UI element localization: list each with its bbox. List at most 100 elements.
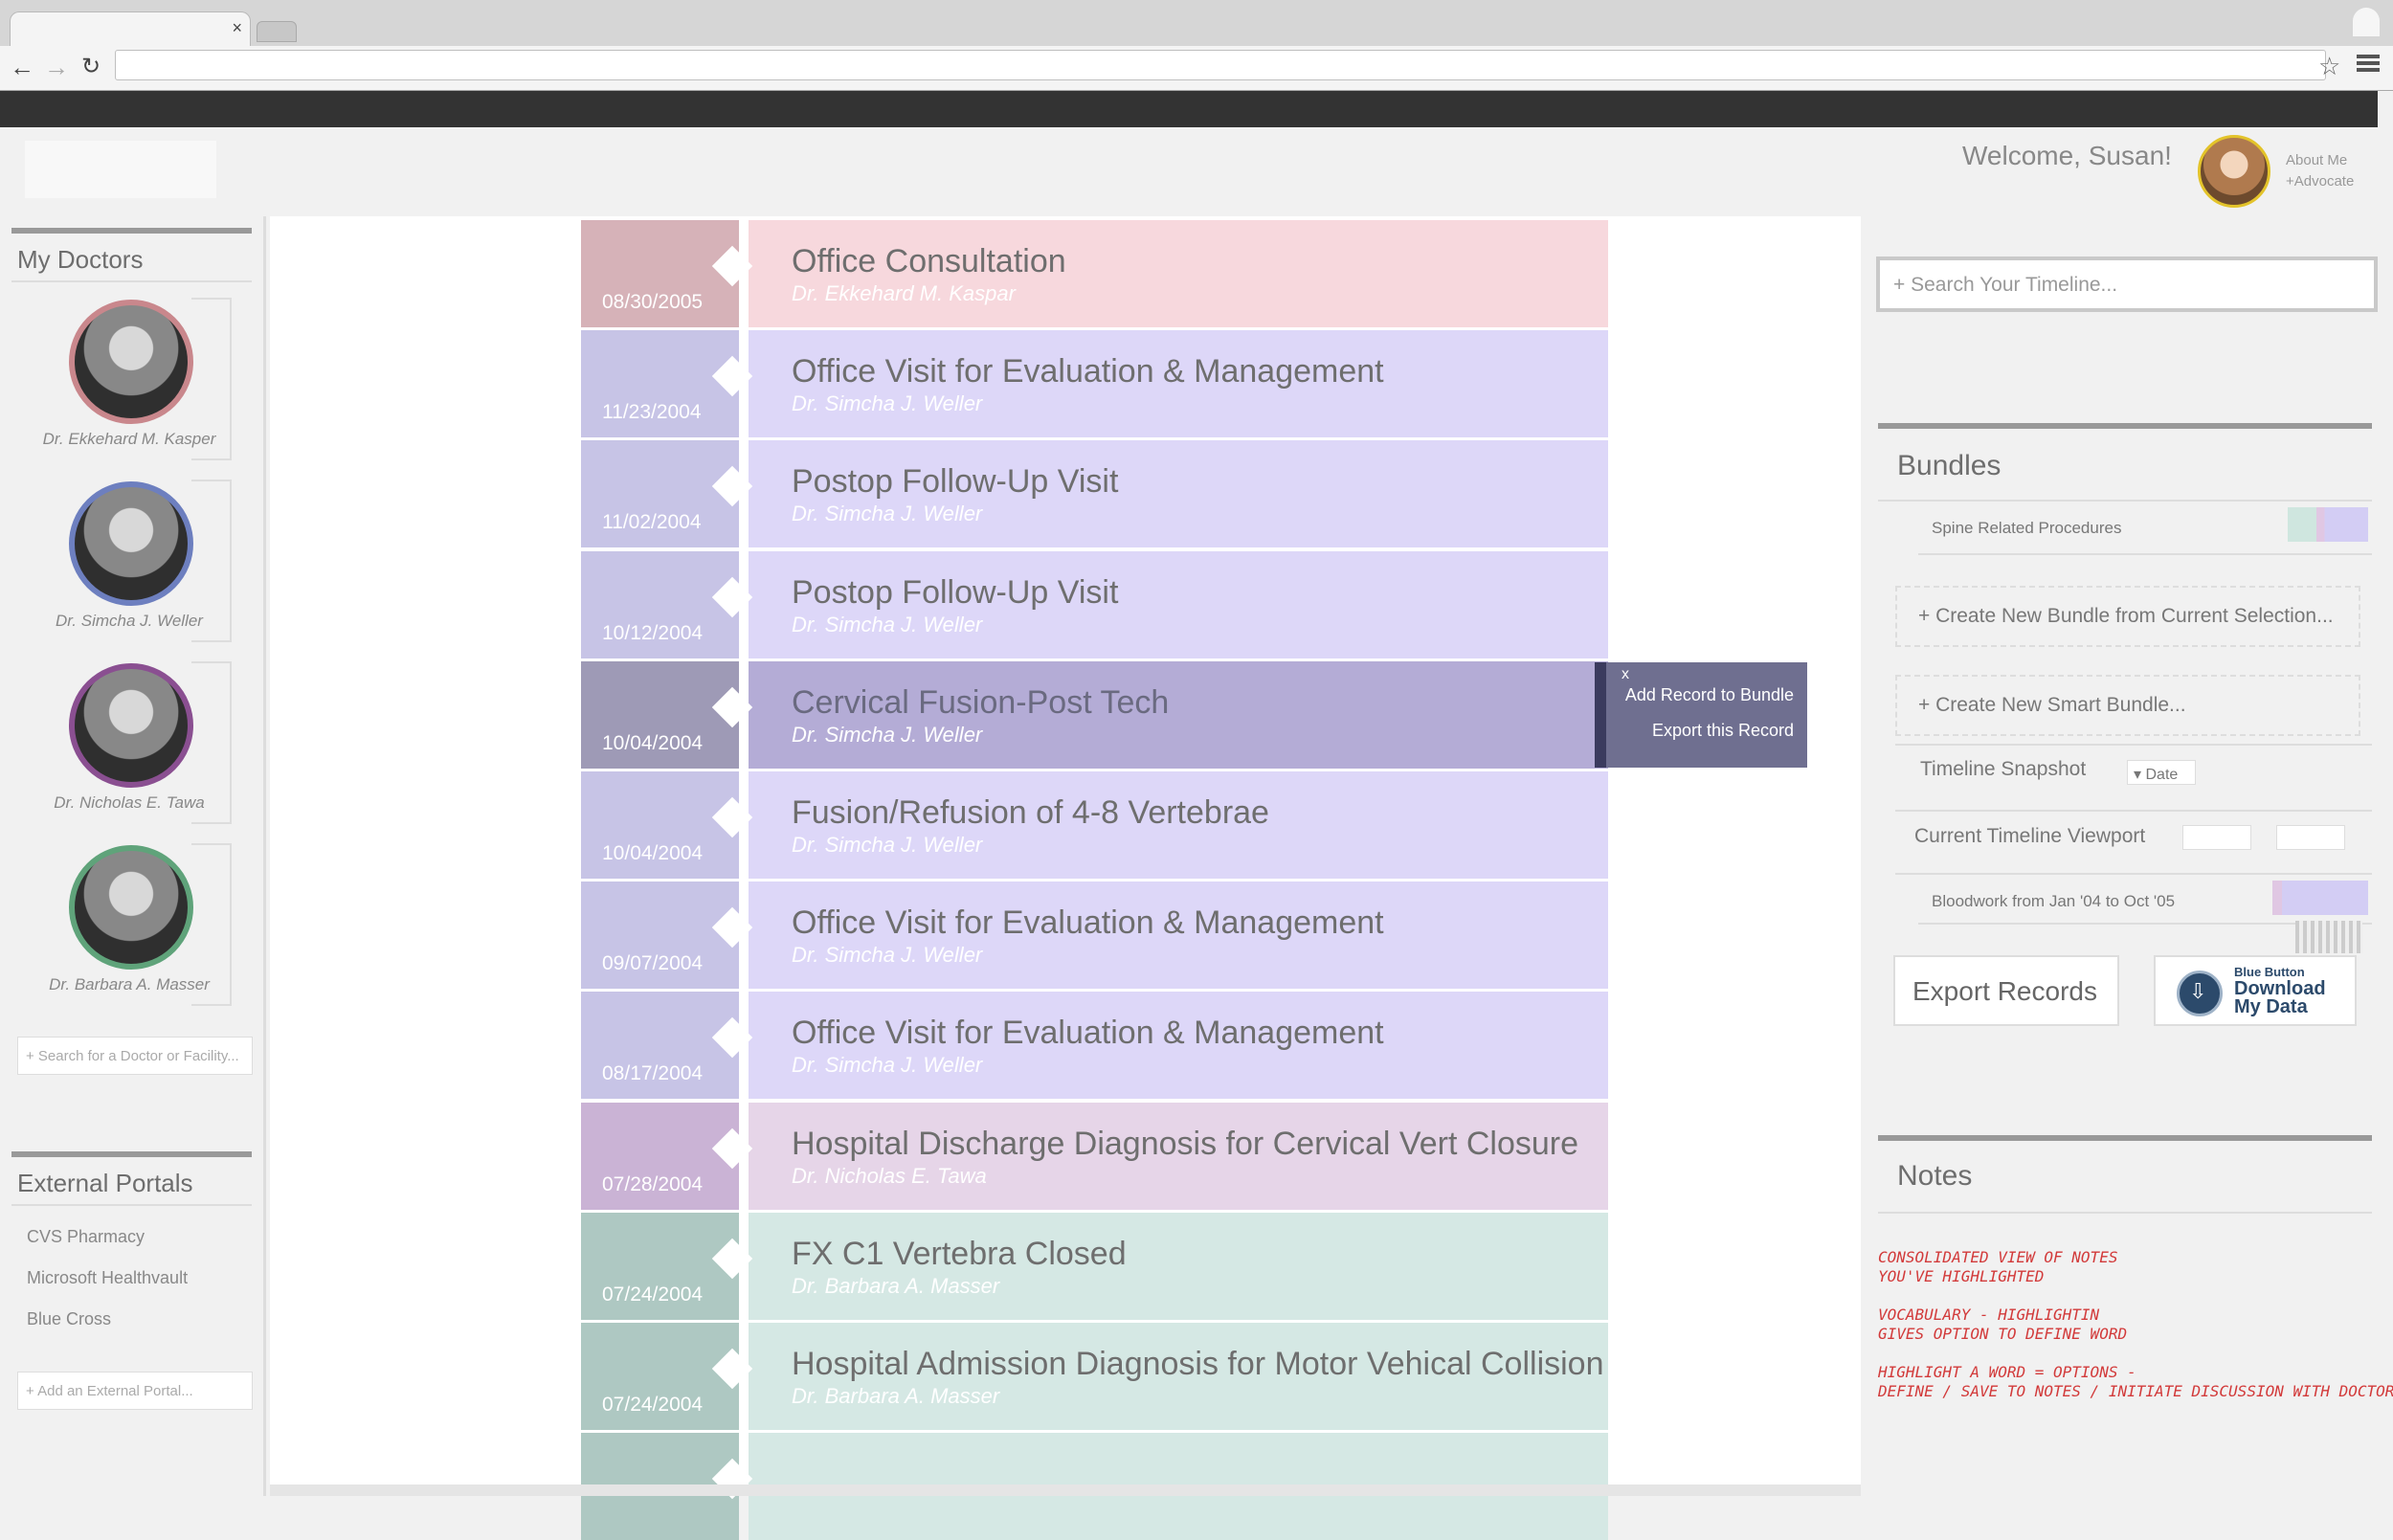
browser-chrome: × ← → ↻ ☆ — [0, 0, 2393, 91]
record-date: 07/28/2004 — [602, 1173, 704, 1195]
doctor-avatar[interactable] — [69, 300, 193, 424]
close-popup-icon[interactable]: x — [1621, 666, 1629, 683]
viewport-start-input[interactable] — [2182, 825, 2251, 850]
doctor-name: Dr. Ekkehard M. Kasper — [42, 430, 216, 448]
record-title: Fusion/Refusion of 4-8 Vertebrae — [792, 794, 1269, 831]
record-title: Postop Follow-Up Visit — [792, 574, 1119, 611]
new-tab-button[interactable] — [257, 21, 297, 42]
record-doctor: Dr. Simcha J. Weller — [792, 833, 983, 857]
notes-line: DEFINE / SAVE TO NOTES / INITIATE DISCUS… — [1878, 1382, 2393, 1400]
hamburger-menu-icon[interactable] — [2357, 52, 2380, 77]
record-body[interactable]: Office Consultation Dr. Ekkehard M. Kaspa… — [749, 220, 1608, 327]
notes-line: CONSOLIDATED VIEW OF NOTES — [1878, 1248, 2118, 1266]
record-doctor: Dr. Barbara A. Masser — [792, 1384, 1000, 1408]
bookmark-star-icon[interactable]: ☆ — [2318, 52, 2340, 81]
doctor-avatar[interactable] — [69, 481, 193, 606]
record-date-tab: 10/12/2004 — [581, 551, 739, 658]
divider — [1878, 1212, 2372, 1214]
timeline-record[interactable] — [581, 1433, 1608, 1540]
record-body[interactable]: Postop Follow-Up Visit Dr. Simcha J. Well… — [749, 440, 1608, 547]
timeline-record[interactable]: 11/02/2004 Postop Follow-Up Visit Dr. Simc… — [581, 440, 1608, 547]
record-date: 11/23/2004 — [602, 401, 702, 423]
export-records-button[interactable]: Export Records — [1893, 955, 2119, 1026]
doctor-name: Dr. Barbara A. Masser — [49, 975, 210, 993]
record-doctor: Dr. Barbara A. Masser — [792, 1274, 1000, 1298]
portal-link-bluecross[interactable]: Blue Cross — [0, 1298, 263, 1339]
doctor-card[interactable]: Dr. Barbara A. Masser — [0, 828, 263, 1010]
record-body[interactable]: Hospital Admission Diagnosis for Motor V… — [749, 1323, 1608, 1430]
doctor-card[interactable]: Dr. Ekkehard M. Kasper — [0, 282, 263, 464]
timeline-record[interactable]: 07/28/2004 Hospital Discharge Diagnosis f… — [581, 1103, 1608, 1210]
timeline-record[interactable]: 07/24/2004 FX C1 Vertebra Closed Dr. Barba… — [581, 1213, 1608, 1320]
doctor-card[interactable]: Dr. Nicholas E. Tawa — [0, 646, 263, 828]
record-body[interactable]: Office Visit for Evaluation & Management… — [749, 330, 1608, 437]
back-arrow-icon[interactable]: ← — [8, 53, 36, 81]
record-doctor: Dr. Simcha J. Weller — [792, 613, 983, 636]
horizontal-scrollbar[interactable] — [270, 1484, 1861, 1496]
notes-annotation-2: VOCABULARY - HIGHLIGHTIN GIVES OPTION TO… — [1878, 1306, 2127, 1344]
notes-title: Notes — [1897, 1160, 1973, 1192]
record-date-tab: 11/23/2004 — [581, 330, 739, 437]
bloodwork-bundle[interactable]: Bloodwork from Jan '04 to Oct '05 — [1932, 892, 2175, 911]
create-smart-bundle-button[interactable]: + Create New Smart Bundle... — [1895, 675, 2360, 736]
record-date: 07/24/2004 — [602, 1283, 704, 1306]
timeline-record[interactable]: 10/12/2004 Postop Follow-Up Visit Dr. Simc… — [581, 551, 1608, 658]
record-date-tab: 07/24/2004 — [581, 1213, 739, 1320]
bluebutton-small-label: Blue Button — [2234, 965, 2305, 979]
record-doctor: Dr. Simcha J. Weller — [792, 502, 983, 525]
address-bar[interactable] — [115, 50, 2326, 80]
record-date-tab: 10/04/2004 — [581, 771, 739, 879]
export-this-record[interactable]: Export this Record — [1652, 721, 1794, 741]
add-portal-input[interactable]: + Add an External Portal... — [17, 1372, 253, 1410]
timeline-snapshot-label: Timeline Snapshot — [1920, 758, 2087, 780]
record-body[interactable]: Office Visit for Evaluation & Management… — [749, 992, 1608, 1099]
external-portals-title: External Portals — [17, 1169, 193, 1197]
record-body[interactable]: Cervical Fusion-Post Tech Dr. Simcha J. W… — [749, 661, 1608, 769]
timeline-record[interactable]: 10/04/2004 Cervical Fusion-Post Tech Dr. S… — [581, 661, 1608, 769]
portal-link-cvs[interactable]: CVS Pharmacy — [0, 1216, 263, 1257]
record-body[interactable]: Fusion/Refusion of 4-8 Vertebrae Dr. Simc… — [749, 771, 1608, 879]
tab-close-icon[interactable]: × — [232, 18, 242, 38]
bundle-spine-related[interactable]: Spine Related Procedures — [1932, 519, 2121, 538]
record-date: 10/04/2004 — [602, 842, 704, 864]
timeline-record[interactable]: 11/23/2004 Office Visit for Evaluation & … — [581, 330, 1608, 437]
profile-icon[interactable] — [2353, 8, 2380, 36]
doctor-search-input[interactable]: + Search for a Doctor or Facility... — [17, 1037, 253, 1075]
mini-timeline-thumb[interactable] — [2295, 921, 2362, 953]
browser-tab[interactable]: × — [10, 11, 251, 46]
user-avatar[interactable] — [2198, 135, 2270, 208]
forward-arrow-icon[interactable]: → — [42, 53, 71, 81]
caret-down-icon: ▾ — [2134, 767, 2146, 783]
record-date-tab: 11/02/2004 — [581, 440, 739, 547]
viewport-end-input[interactable] — [2276, 825, 2345, 850]
timeline-search-input[interactable]: + Search Your Timeline... — [1876, 257, 2378, 312]
record-body[interactable]: Office Visit for Evaluation & Management… — [749, 882, 1608, 989]
record-body[interactable]: FX C1 Vertebra Closed Dr. Barbara A. Mass… — [749, 1213, 1608, 1320]
record-date: 09/07/2004 — [602, 952, 704, 974]
snapshot-date-dropdown[interactable]: ▾ Date — [2127, 760, 2196, 785]
add-record-to-bundle[interactable]: Add Record to Bundle — [1625, 685, 1794, 705]
divider — [1878, 500, 2372, 502]
record-date: 10/12/2004 — [602, 622, 704, 644]
create-bundle-button[interactable]: + Create New Bundle from Current Selecti… — [1895, 586, 2360, 647]
timeline-record[interactable]: 10/04/2004 Fusion/Refusion of 4-8 Vertebr… — [581, 771, 1608, 879]
doctor-avatar[interactable] — [69, 845, 193, 970]
timeline-record[interactable]: 07/24/2004 Hospital Admission Diagnosis f… — [581, 1323, 1608, 1430]
portal-link-healthvault[interactable]: Microsoft Healthvault — [0, 1257, 263, 1298]
doctor-avatar[interactable] — [69, 663, 193, 788]
about-me-link[interactable]: About Me — [2286, 150, 2354, 171]
record-body[interactable]: Hospital Discharge Diagnosis for Cervica… — [749, 1103, 1608, 1210]
timeline-record[interactable]: 08/30/2005 Office Consultation Dr. Ekkehar… — [581, 220, 1608, 327]
download-icon: ⇩ — [2177, 971, 2223, 1016]
timeline-record[interactable]: 09/07/2004 Office Visit for Evaluation & … — [581, 882, 1608, 989]
timeline-record[interactable]: 08/17/2004 Office Visit for Evaluation & … — [581, 992, 1608, 1099]
record-date: 08/30/2005 — [602, 291, 704, 313]
record-body[interactable]: Postop Follow-Up Visit Dr. Simcha J. Well… — [749, 551, 1608, 658]
notes-line: HIGHLIGHT A WORD = OPTIONS - — [1878, 1363, 2136, 1381]
doctor-card[interactable]: Dr. Simcha J. Weller — [0, 464, 263, 646]
record-date: 10/04/2004 — [602, 732, 704, 754]
right-sidebar: + Search Your Timeline... Bundles Spine … — [1861, 216, 2393, 1496]
blue-button-download[interactable]: ⇩ Blue Button Download My Data — [2154, 955, 2357, 1026]
advocate-link[interactable]: +Advocate — [2286, 171, 2354, 192]
reload-icon[interactable]: ↻ — [77, 53, 105, 81]
